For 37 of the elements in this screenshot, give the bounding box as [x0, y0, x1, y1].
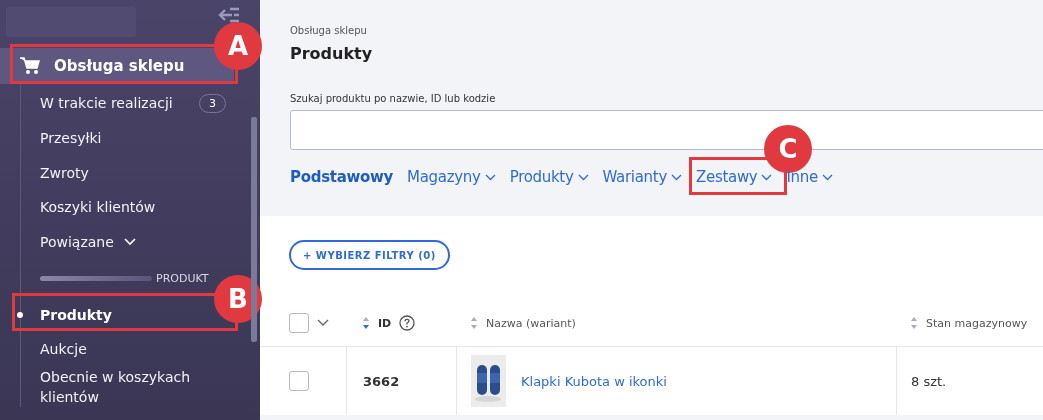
cart-icon [20, 57, 40, 75]
bullet-icon [17, 311, 23, 318]
sidebar-item[interactable]: Powiązane [21, 232, 136, 253]
search-label: Szukaj produktu po nazwie, ID lub kodzie [290, 93, 497, 104]
sort-icon[interactable] [362, 316, 370, 330]
sort-icon[interactable] [910, 316, 918, 330]
caret-icon[interactable] [317, 319, 329, 327]
group-label: PRODUKT [156, 271, 209, 285]
breadcrumb[interactable]: Obsługa sklepu [290, 25, 1043, 36]
sidebar-item[interactable]: W trakcie realizacji [21, 93, 173, 114]
sort-icon[interactable] [470, 316, 478, 330]
table-cell: 8 szt. [911, 373, 947, 389]
sidebar-item[interactable]: Zwroty [21, 162, 89, 183]
column-header[interactable]: ID [378, 316, 392, 330]
product-link[interactable]: Klapki Kubota w ikonki [521, 373, 667, 389]
sidebar-item[interactable]: Produkty [21, 304, 112, 325]
page-title: Produkty [290, 44, 374, 63]
collapse-menu-icon[interactable] [218, 7, 240, 23]
sidebar-item[interactable]: Obecnie w koszykach klientów [21, 366, 230, 407]
table-cell: 3662 [363, 373, 400, 389]
scrollbar[interactable] [251, 117, 257, 342]
column-header[interactable]: Nazwa (wariant) [486, 316, 576, 330]
help-icon[interactable] [399, 315, 416, 331]
tab[interactable]: Warianty [602, 168, 682, 186]
column-header[interactable]: Stan magazynowy [926, 316, 1028, 330]
sidebar-item[interactable]: Aukcje [21, 339, 87, 360]
filter-button[interactable]: + WYBIERZ FILTRY (0) [289, 240, 450, 270]
sidebar-item[interactable]: Przesyłki [21, 128, 102, 149]
callout-marker: A [214, 22, 262, 70]
tab[interactable]: Magazyny [407, 168, 496, 186]
row-checkbox[interactable] [289, 371, 309, 391]
tab[interactable]: Podstawowy [290, 168, 394, 186]
sidebar-item[interactable]: Koszyki klientów [21, 197, 156, 218]
select-all-checkbox[interactable] [289, 313, 309, 333]
section-label: Obsługa sklepu [54, 57, 185, 75]
chevron-down-icon[interactable] [123, 238, 136, 247]
tab[interactable]: Produkty [509, 168, 589, 186]
